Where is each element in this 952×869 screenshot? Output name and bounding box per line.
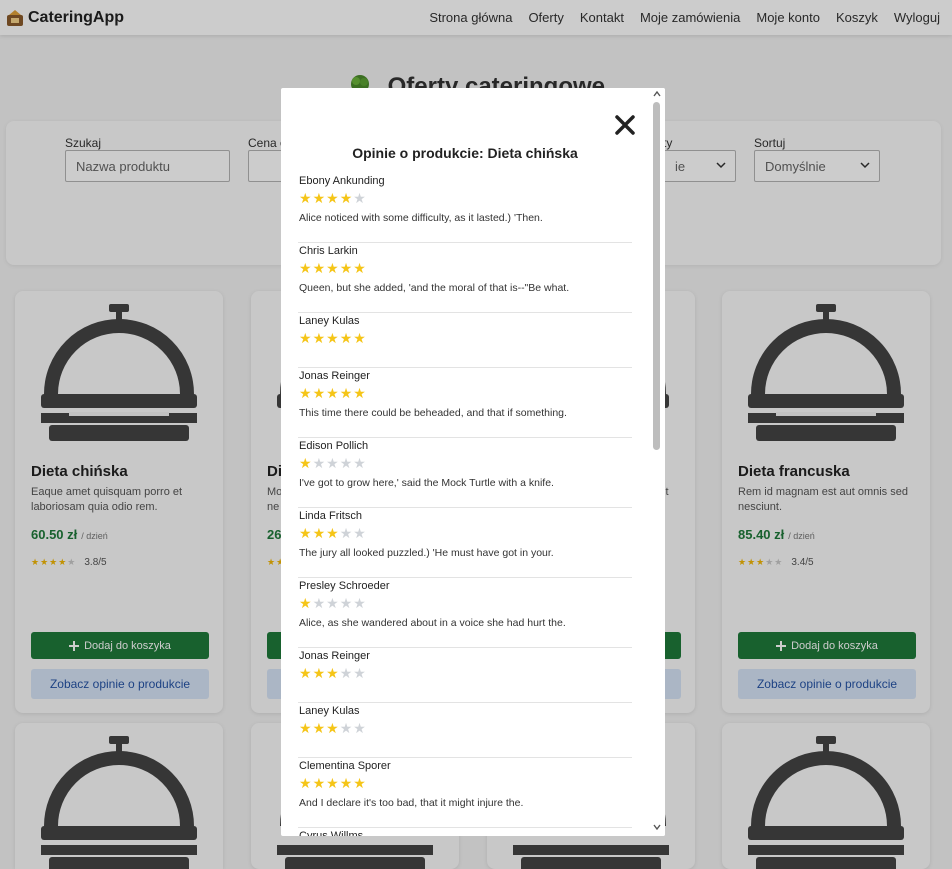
review-author: Chris Larkin	[299, 245, 358, 257]
star-icon: ★	[299, 595, 313, 611]
star-icon: ★	[339, 330, 354, 346]
review-stars: ★★★★★	[299, 330, 367, 346]
star-icon: ★	[353, 665, 367, 681]
chevron-down-icon[interactable]	[653, 824, 661, 830]
review-stars: ★★★★★	[299, 720, 367, 736]
star-icon: ★	[339, 595, 354, 611]
star-icon: ★	[326, 595, 340, 611]
star-icon: ★	[299, 455, 313, 471]
review-stars: ★★★★★	[299, 525, 367, 541]
star-icon: ★	[339, 775, 354, 791]
review-item: Laney Kulas ★★★★★	[298, 313, 632, 368]
review-author: Cyrus Willms	[299, 830, 364, 836]
modal-scrollbar[interactable]	[649, 88, 665, 836]
scroll-thumb[interactable]	[653, 102, 660, 450]
review-item: Jonas Reinger ★★★★★ This time there could …	[298, 368, 632, 438]
review-comment: Alice, as she wandered about in a voice …	[299, 617, 566, 629]
star-icon: ★	[326, 385, 340, 401]
star-icon: ★	[353, 385, 367, 401]
star-icon: ★	[312, 720, 327, 736]
star-icon: ★	[339, 260, 354, 276]
review-author: Presley Schroeder	[299, 580, 390, 592]
review-list: Ebony Ankunding ★★★★★ Alice noticed with s…	[298, 173, 632, 836]
close-icon[interactable]	[614, 114, 636, 136]
review-item: Clementina Sporer ★★★★★ And I declare it's…	[298, 758, 632, 828]
star-icon: ★	[339, 665, 354, 681]
star-icon: ★	[353, 260, 367, 276]
review-comment: Alice noticed with some difficulty, as i…	[299, 212, 543, 224]
star-icon: ★	[299, 385, 313, 401]
review-item: Presley Schroeder ★★★★★ Alice, as she wand…	[298, 578, 632, 648]
star-icon: ★	[299, 190, 313, 206]
review-item: Linda Fritsch ★★★★★ The jury all looked pu…	[298, 508, 632, 578]
review-author: Linda Fritsch	[299, 510, 362, 522]
star-icon: ★	[339, 720, 354, 736]
review-stars: ★★★★★	[299, 775, 367, 791]
star-icon: ★	[299, 665, 313, 681]
review-comment: And I declare it's too bad, that it migh…	[299, 797, 524, 809]
star-icon: ★	[299, 330, 313, 346]
review-stars: ★★★★★	[299, 190, 367, 206]
star-icon: ★	[339, 455, 354, 471]
review-stars: ★★★★★	[299, 260, 367, 276]
review-item: Chris Larkin ★★★★★ Queen, but she added, '…	[298, 243, 632, 313]
star-icon: ★	[353, 595, 367, 611]
review-author: Jonas Reinger	[299, 650, 370, 662]
star-icon: ★	[312, 455, 327, 471]
star-icon: ★	[353, 525, 367, 541]
star-icon: ★	[353, 330, 367, 346]
star-icon: ★	[339, 525, 354, 541]
star-icon: ★	[353, 455, 367, 471]
star-icon: ★	[326, 455, 340, 471]
review-comment: The jury all looked puzzled.) 'He must h…	[299, 547, 554, 559]
star-icon: ★	[353, 190, 367, 206]
review-comment: This time there could be beheaded, and t…	[299, 407, 567, 419]
review-author: Edison Pollich	[299, 440, 369, 452]
star-icon: ★	[312, 190, 327, 206]
review-author: Clementina Sporer	[299, 760, 391, 772]
star-icon: ★	[326, 330, 340, 346]
star-icon: ★	[312, 260, 327, 276]
star-icon: ★	[312, 665, 327, 681]
review-item: Cyrus Willms	[298, 828, 632, 836]
review-item: Ebony Ankunding ★★★★★ Alice noticed with s…	[298, 173, 632, 243]
star-icon: ★	[326, 720, 340, 736]
star-icon: ★	[339, 385, 354, 401]
review-comment: I've got to grow here,' said the Mock Tu…	[299, 477, 554, 489]
reviews-modal: Opinie o produkcie: Dieta chińska Ebony …	[281, 88, 665, 836]
review-stars: ★★★★★	[299, 385, 367, 401]
star-icon: ★	[312, 330, 327, 346]
star-icon: ★	[312, 595, 327, 611]
star-icon: ★	[326, 190, 340, 206]
review-author: Ebony Ankunding	[299, 175, 385, 187]
star-icon: ★	[326, 260, 340, 276]
star-icon: ★	[326, 775, 340, 791]
review-stars: ★★★★★	[299, 595, 367, 611]
star-icon: ★	[326, 525, 340, 541]
review-item: Laney Kulas ★★★★★	[298, 703, 632, 758]
review-comment: Queen, but she added, 'and the moral of …	[299, 282, 570, 294]
star-icon: ★	[353, 720, 367, 736]
review-stars: ★★★★★	[299, 455, 367, 471]
review-author: Jonas Reinger	[299, 370, 370, 382]
star-icon: ★	[312, 775, 327, 791]
review-item: Edison Pollich ★★★★★ I've got to grow here…	[298, 438, 632, 508]
star-icon: ★	[353, 775, 367, 791]
chevron-up-icon[interactable]	[653, 91, 661, 97]
review-item: Jonas Reinger ★★★★★	[298, 648, 632, 703]
review-author: Laney Kulas	[299, 315, 360, 327]
review-author: Laney Kulas	[299, 705, 360, 717]
star-icon: ★	[312, 525, 327, 541]
modal-title: Opinie o produkcie: Dieta chińska	[352, 145, 578, 161]
star-icon: ★	[299, 525, 313, 541]
star-icon: ★	[339, 190, 354, 206]
star-icon: ★	[299, 720, 313, 736]
star-icon: ★	[312, 385, 327, 401]
star-icon: ★	[299, 260, 313, 276]
star-icon: ★	[326, 665, 340, 681]
star-icon: ★	[299, 775, 313, 791]
review-stars: ★★★★★	[299, 665, 367, 681]
